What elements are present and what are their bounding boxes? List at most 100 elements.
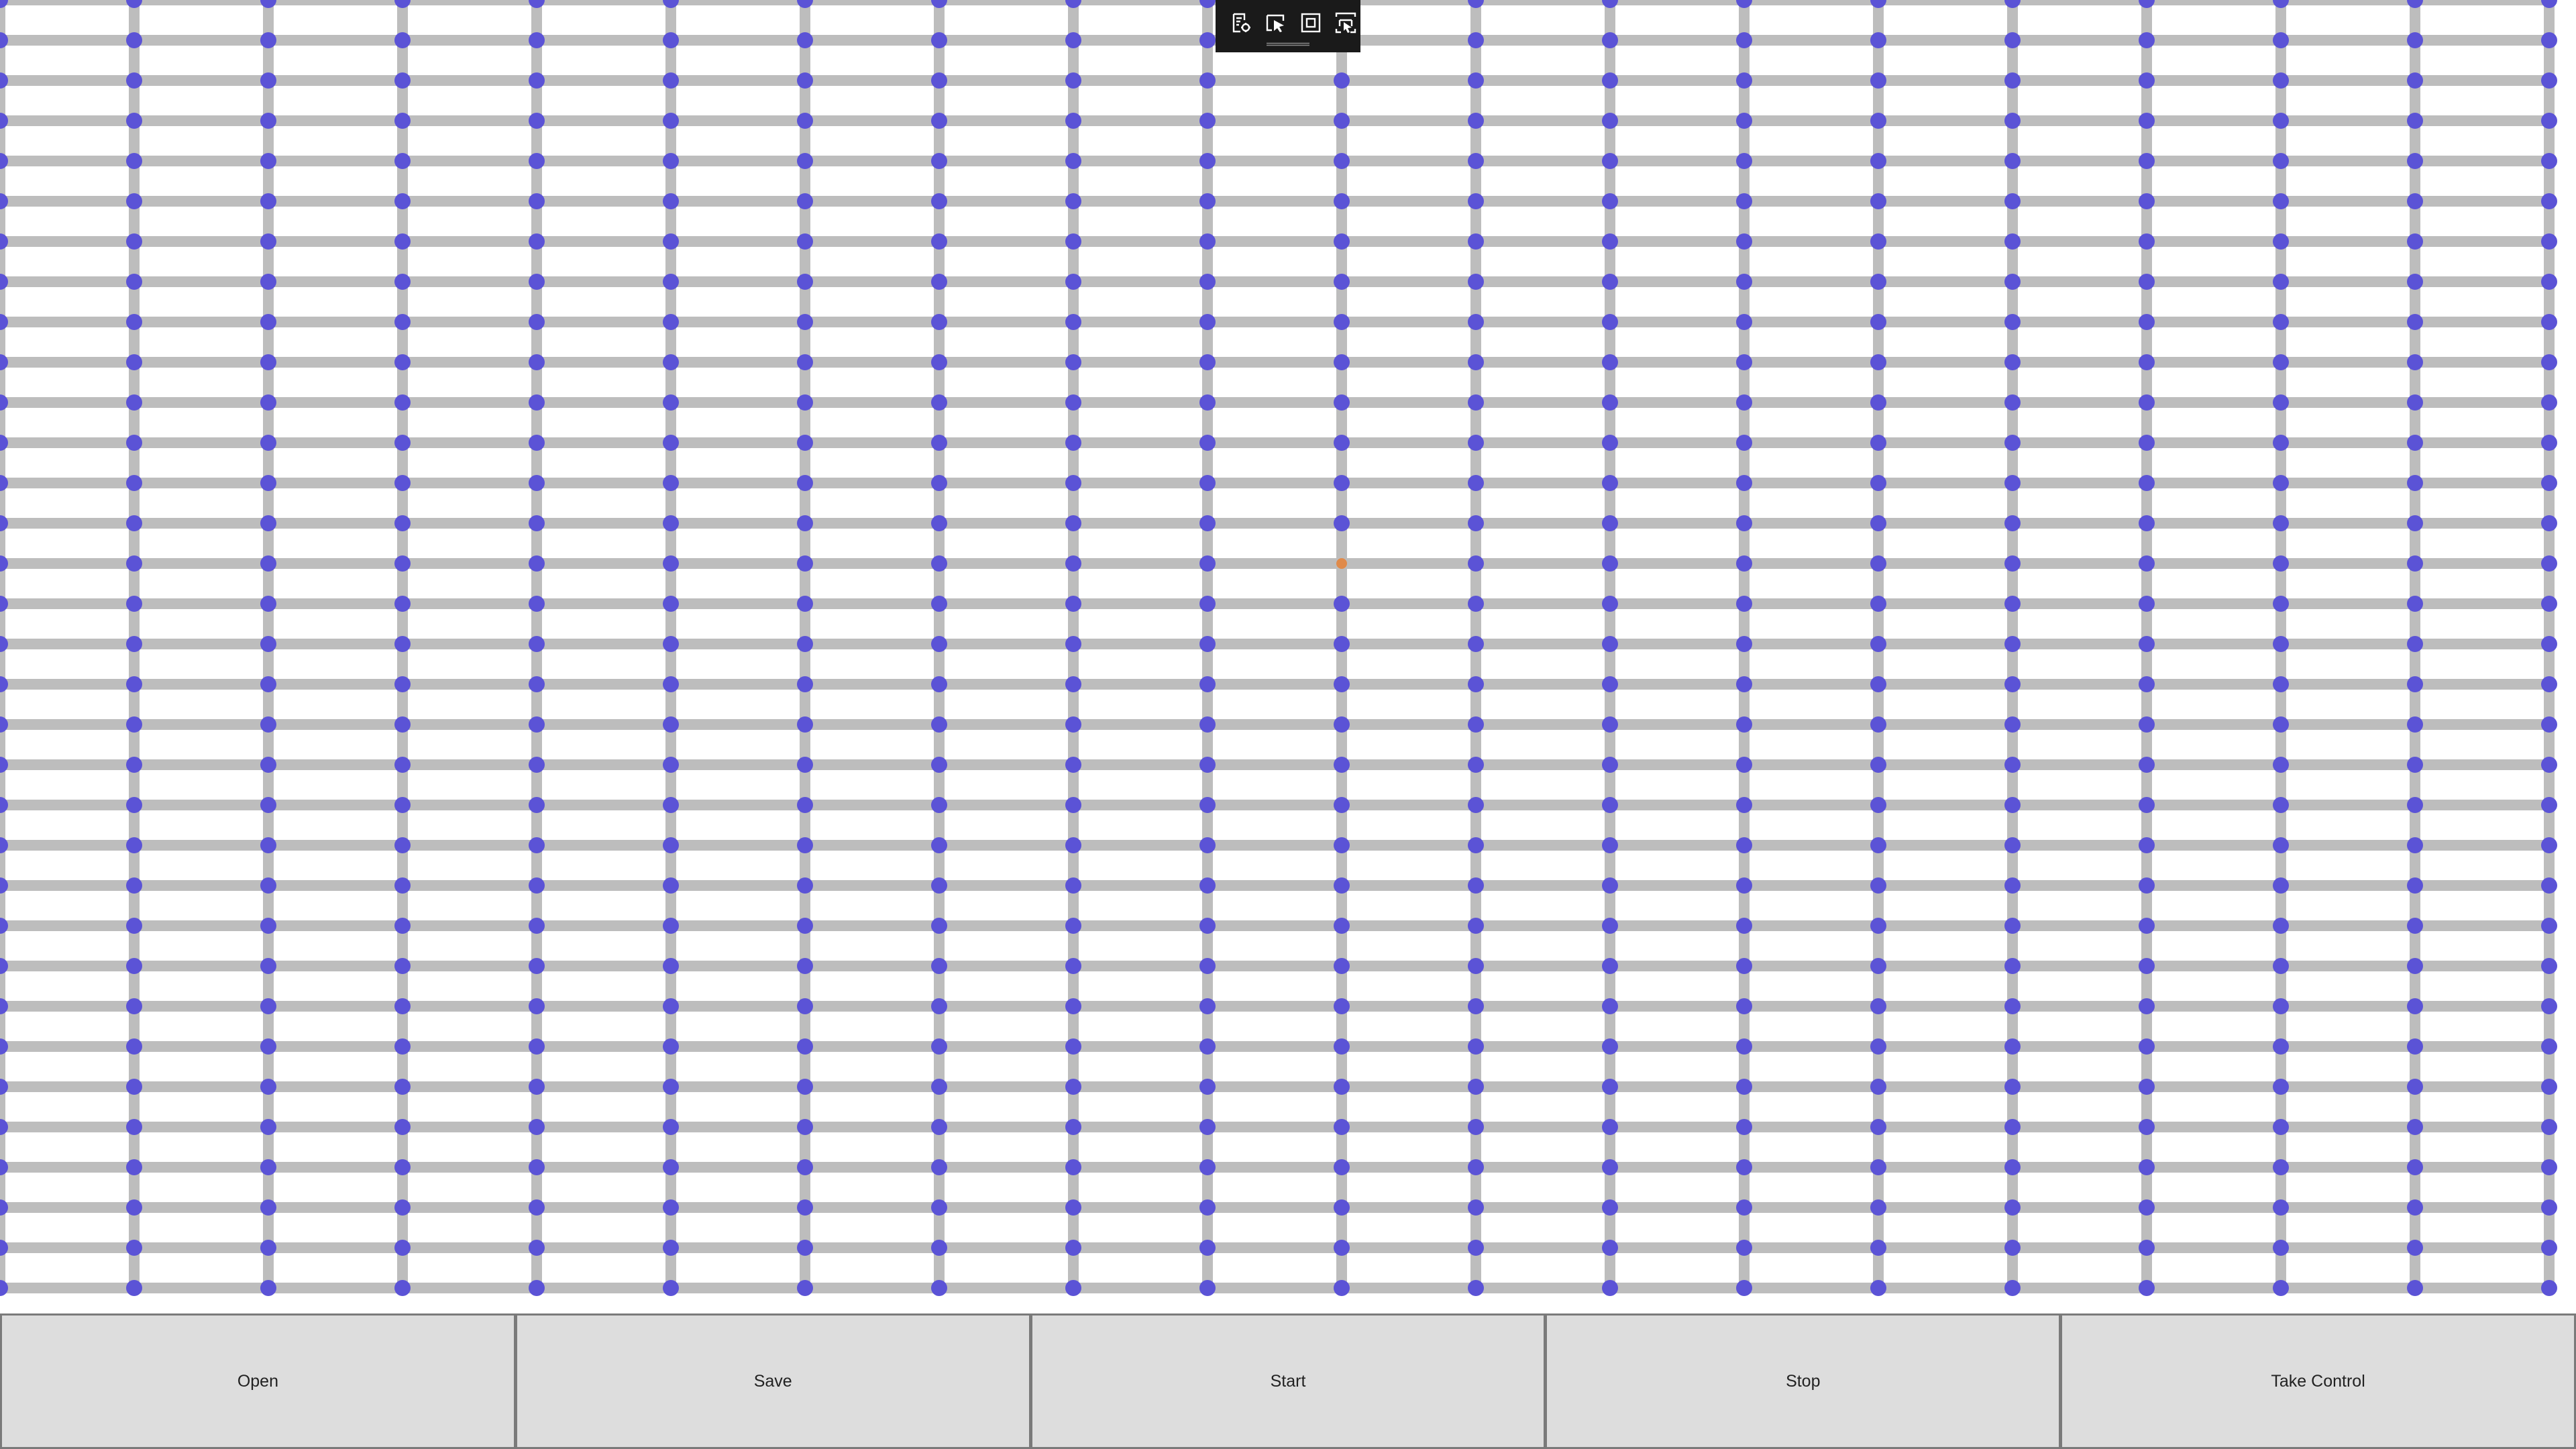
grid-node[interactable] [2541,274,2557,290]
grid-node[interactable] [2004,596,2021,612]
grid-node[interactable] [2541,314,2557,330]
grid-node[interactable] [2004,274,2021,290]
grid-node[interactable] [797,1159,813,1175]
grid-node[interactable] [1199,1280,1216,1296]
grid-node[interactable] [1199,0,1216,8]
grid-node[interactable] [529,1159,545,1175]
grid-node[interactable] [797,877,813,894]
grid-node[interactable] [2004,958,2021,974]
grid-node[interactable] [260,0,276,8]
grid-node[interactable] [2004,757,2021,773]
grid-node[interactable] [260,757,276,773]
grid-node[interactable] [126,757,142,773]
grid-node[interactable] [529,998,545,1014]
grid-node[interactable] [931,555,947,572]
grid-node[interactable] [394,193,411,209]
grid-node[interactable] [0,636,8,652]
grid-node[interactable] [260,1119,276,1135]
grid-node[interactable] [1468,153,1484,169]
node-grid-canvas[interactable] [0,0,2576,1313]
grid-node[interactable] [1870,958,1886,974]
grid-node[interactable] [2407,0,2423,8]
grid-node[interactable] [126,676,142,692]
grid-node[interactable] [394,877,411,894]
grid-node[interactable] [2004,1199,2021,1216]
grid-node[interactable] [260,1079,276,1095]
grid-node[interactable] [1334,314,1350,330]
floating-toolbar[interactable] [1216,0,1360,52]
grid-node[interactable] [394,1199,411,1216]
grid-node[interactable] [529,676,545,692]
grid-node[interactable] [0,1159,8,1175]
grid-node[interactable] [1334,274,1350,290]
grid-node[interactable] [260,1199,276,1216]
grid-node[interactable] [1065,636,1081,652]
grid-node[interactable] [1334,233,1350,250]
grid-node[interactable] [663,1240,679,1256]
grid-node[interactable] [260,193,276,209]
fit-frame-icon[interactable] [1296,8,1326,38]
grid-node[interactable] [1065,1079,1081,1095]
grid-node[interactable] [2273,314,2289,330]
grid-node[interactable] [663,1079,679,1095]
grid-node[interactable] [1199,797,1216,813]
grid-node[interactable] [1468,596,1484,612]
grid-node[interactable] [1602,153,1618,169]
grid-node[interactable] [529,1038,545,1055]
grid-node[interactable] [394,676,411,692]
grid-node[interactable] [260,314,276,330]
grid-node[interactable] [2407,314,2423,330]
grid-node[interactable] [797,918,813,934]
grid-node[interactable] [1870,998,1886,1014]
grid-node[interactable] [1468,1038,1484,1055]
grid-node[interactable] [2004,153,2021,169]
grid-node[interactable] [126,716,142,733]
grid-node[interactable] [2407,1038,2423,1055]
grid-node[interactable] [1602,354,1618,370]
grid-node[interactable] [260,274,276,290]
grid-node[interactable] [1468,877,1484,894]
highlighted-grid-node[interactable] [1336,558,1347,569]
grid-node[interactable] [2273,113,2289,129]
grid-node[interactable] [394,32,411,48]
grid-node[interactable] [1468,1159,1484,1175]
grid-node[interactable] [2004,998,2021,1014]
grid-node[interactable] [2541,475,2557,491]
grid-node[interactable] [1065,72,1081,89]
grid-node[interactable] [663,394,679,411]
grid-node[interactable] [1334,958,1350,974]
grid-node[interactable] [2407,394,2423,411]
grid-node[interactable] [394,636,411,652]
grid-node[interactable] [931,797,947,813]
grid-node[interactable] [126,555,142,572]
grid-node[interactable] [1468,918,1484,934]
grid-node[interactable] [1334,676,1350,692]
grid-node[interactable] [1468,837,1484,853]
grid-node[interactable] [1334,1280,1350,1296]
grid-node[interactable] [260,998,276,1014]
grid-node[interactable] [260,837,276,853]
grid-node[interactable] [1334,1159,1350,1175]
grid-node[interactable] [2139,113,2155,129]
screen-capture-icon[interactable] [1331,8,1360,38]
grid-node[interactable] [1065,153,1081,169]
grid-node[interactable] [260,636,276,652]
grid-node[interactable] [394,0,411,8]
grid-node[interactable] [1602,72,1618,89]
grid-node[interactable] [1602,1038,1618,1055]
grid-node[interactable] [1468,757,1484,773]
grid-node[interactable] [394,1240,411,1256]
grid-node[interactable] [260,435,276,451]
grid-node[interactable] [663,153,679,169]
grid-node[interactable] [2407,1159,2423,1175]
grid-node[interactable] [1334,1240,1350,1256]
grid-node[interactable] [1468,555,1484,572]
grid-node[interactable] [529,314,545,330]
grid-node[interactable] [2139,0,2155,8]
grid-node[interactable] [2407,193,2423,209]
grid-node[interactable] [1334,1038,1350,1055]
grid-node[interactable] [1870,113,1886,129]
grid-node[interactable] [2004,113,2021,129]
grid-node[interactable] [529,716,545,733]
grid-node[interactable] [1870,1038,1886,1055]
